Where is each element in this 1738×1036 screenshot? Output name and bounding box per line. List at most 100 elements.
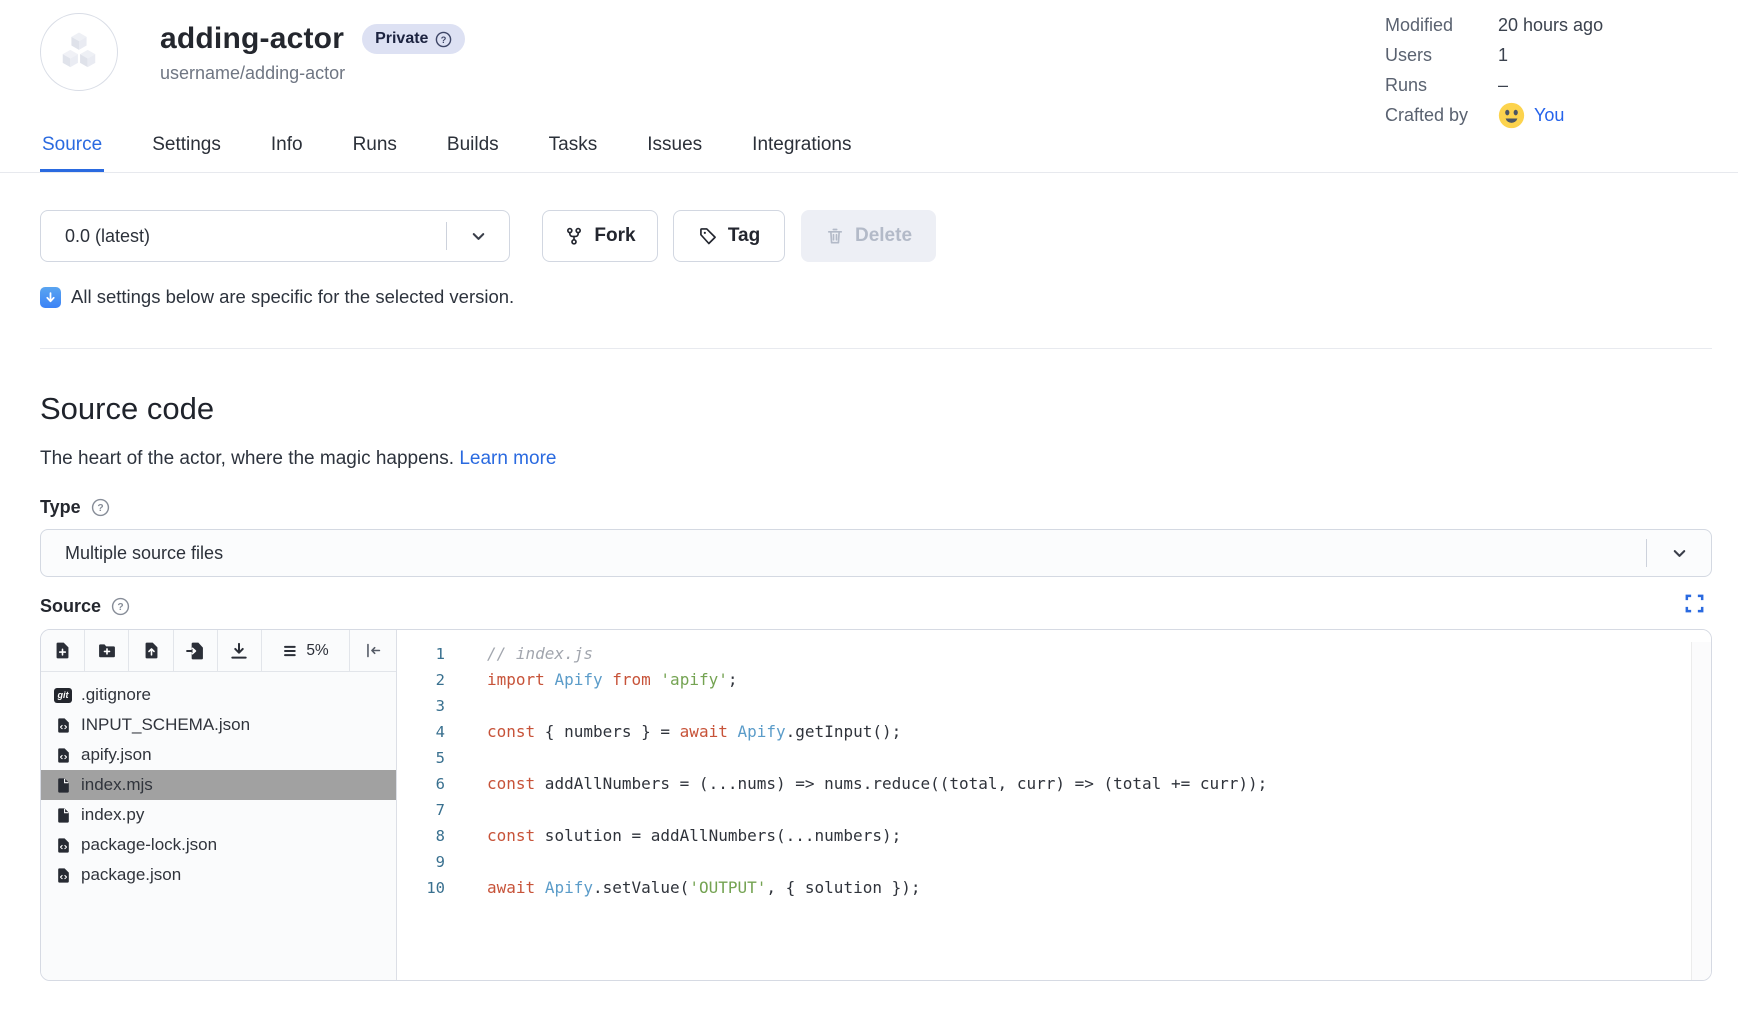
code-token: solution = addAllNumbers(...numbers); (535, 826, 901, 845)
download-icon[interactable] (218, 630, 262, 671)
version-select[interactable]: 0.0 (latest) (40, 210, 510, 262)
line-number: 9 (397, 849, 459, 875)
learn-more-link[interactable]: Learn more (459, 448, 556, 469)
code-lines: 1// index.js2import Apify from 'apify';3… (397, 641, 1711, 901)
line-number: 7 (397, 797, 459, 823)
version-bar: 0.0 (latest) Fork Tag Delete (40, 210, 1712, 262)
meta-label: Users (1385, 45, 1498, 66)
tag-button-label: Tag (728, 225, 760, 247)
line-number: 6 (397, 771, 459, 797)
file-name: apify.json (81, 745, 152, 765)
version-notice-text: All settings below are specific for the … (71, 286, 514, 308)
code-token: from (612, 670, 651, 689)
type-select[interactable]: Multiple source files (40, 529, 1712, 577)
code-token: 'OUTPUT' (689, 878, 766, 897)
upload-file-icon[interactable] (129, 630, 173, 671)
line-number: 3 (397, 693, 459, 719)
line-content (459, 693, 487, 719)
tab-tasks[interactable]: Tasks (547, 119, 600, 172)
line-content (459, 849, 487, 875)
code-token: Apify (554, 670, 602, 689)
new-file-icon[interactable] (41, 630, 85, 671)
section-divider (40, 348, 1712, 349)
question-circle-icon[interactable]: ? (435, 31, 452, 48)
storage-usage-value: 5% (306, 642, 328, 660)
you-link[interactable]: You (1534, 105, 1564, 126)
file-row-index-mjs[interactable]: index.mjs (41, 770, 396, 800)
code-token (535, 878, 545, 897)
actor-full-name: username/adding-actor (160, 63, 465, 84)
new-folder-icon[interactable] (85, 630, 129, 671)
actor-meta: Modified20 hours agoUsers1Runs–Crafted b… (1385, 13, 1603, 133)
version-select-value: 0.0 (latest) (41, 226, 446, 247)
editor-scrollbar[interactable] (1691, 642, 1711, 980)
file-row-gitignore[interactable]: git.gitignore (41, 680, 396, 710)
file-row-apify-json[interactable]: apify.json (41, 740, 396, 770)
delete-button[interactable]: Delete (801, 210, 936, 262)
file-name: index.mjs (81, 775, 153, 795)
meta-label: Runs (1385, 75, 1498, 96)
tab-issues[interactable]: Issues (645, 119, 704, 172)
line-content (459, 797, 487, 823)
tag-icon (698, 226, 718, 246)
line-number: 5 (397, 745, 459, 771)
code-token: import (487, 670, 545, 689)
code-line: 9 (397, 849, 1711, 875)
code-token: const (487, 774, 535, 793)
code-token (603, 670, 613, 689)
type-field-label: Type ? (40, 497, 1712, 518)
file-name: INPUT_SCHEMA.json (81, 715, 250, 735)
tab-runs[interactable]: Runs (351, 119, 399, 172)
code-line: 6const addAllNumbers = (...nums) => nums… (397, 771, 1711, 797)
import-file-icon[interactable] (174, 630, 218, 671)
code-token (545, 670, 555, 689)
meta-value-text: 20 hours ago (1498, 15, 1603, 36)
tag-button[interactable]: Tag (673, 210, 785, 262)
file-tree-toolbar: 5% (41, 630, 396, 672)
code-token: ; (728, 670, 738, 689)
code-token: const (487, 722, 535, 741)
fullscreen-icon[interactable] (1683, 592, 1706, 620)
code-line: 1// index.js (397, 641, 1711, 667)
svg-text:?: ? (117, 602, 123, 613)
file-row-package-json[interactable]: package.json (41, 860, 396, 890)
code-token: .getInput(); (786, 722, 902, 741)
svg-text:?: ? (441, 34, 447, 44)
type-label-text: Type (40, 497, 81, 518)
code-line: 7 (397, 797, 1711, 823)
tab-builds[interactable]: Builds (445, 119, 501, 172)
down-arrow-emoji (40, 287, 61, 308)
code-token: Apify (737, 722, 785, 741)
line-number: 8 (397, 823, 459, 849)
file-row-input-schema-json[interactable]: INPUT_SCHEMA.json (41, 710, 396, 740)
tab-settings[interactable]: Settings (150, 119, 223, 172)
file-icon (54, 806, 72, 824)
actor-avatar (40, 13, 118, 91)
tab-integrations[interactable]: Integrations (750, 119, 853, 172)
tab-source[interactable]: Source (40, 119, 104, 172)
trash-icon (825, 226, 845, 246)
file-row-package-lock-json[interactable]: package-lock.json (41, 830, 396, 860)
source-help-icon[interactable]: ? (111, 597, 130, 616)
source-label-text: Source (40, 596, 101, 617)
source-field-row: Source ? (40, 596, 1712, 617)
code-editor[interactable]: 1// index.js2import Apify from 'apify';3… (397, 630, 1711, 980)
collapse-panel-icon[interactable] (350, 630, 396, 671)
code-token: // index.js (487, 644, 593, 663)
chevron-down-icon (447, 227, 509, 246)
type-help-icon[interactable]: ? (91, 498, 110, 517)
svg-text:?: ? (97, 503, 103, 514)
storage-usage-indicator[interactable]: 5% (262, 630, 350, 671)
version-notice: All settings below are specific for the … (40, 286, 1712, 308)
crafted-by-value: You (1498, 102, 1564, 129)
private-badge: Private ? (362, 24, 465, 54)
line-content: const { numbers } = await Apify.getInput… (459, 719, 901, 745)
code-token (651, 670, 661, 689)
meta-row: Runs– (1385, 73, 1603, 97)
tab-info[interactable]: Info (269, 119, 305, 172)
code-file-icon (54, 836, 72, 854)
file-row-index-py[interactable]: index.py (41, 800, 396, 830)
fork-button[interactable]: Fork (542, 210, 658, 262)
meta-value: 1 (1498, 45, 1508, 66)
code-line: 2import Apify from 'apify'; (397, 667, 1711, 693)
